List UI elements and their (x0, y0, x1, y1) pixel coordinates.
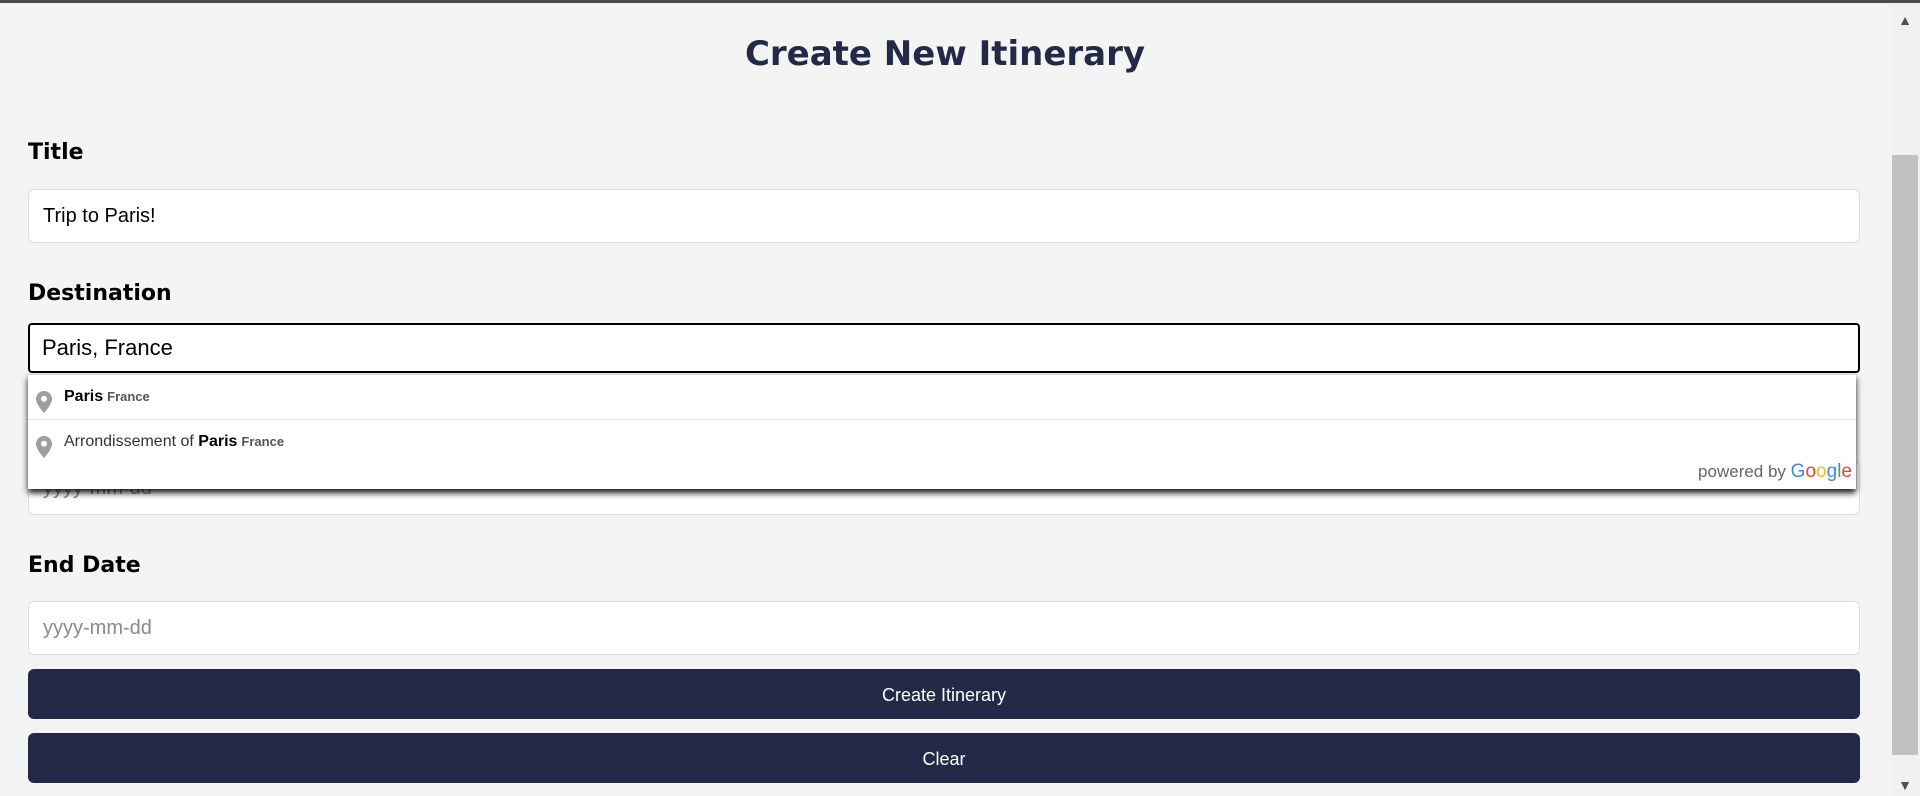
create-itinerary-page: Create New Itinerary Title Destination E… (0, 0, 1890, 796)
suggestion-match: Paris (64, 388, 104, 405)
destination-input[interactable] (28, 323, 1860, 373)
powered-by-google-logo: powered by Google (1698, 461, 1852, 483)
vertical-scrollbar[interactable]: ▲ ▼ (1890, 3, 1920, 796)
end-date-input[interactable] (28, 601, 1860, 655)
arrow-up-icon[interactable]: ▲ (1890, 9, 1920, 31)
arrow-down-icon[interactable]: ▼ (1890, 774, 1920, 796)
map-pin-icon (36, 387, 52, 413)
autocomplete-dropdown: Paris France Arrondissement of Paris Franc… (28, 374, 1856, 489)
autocomplete-suggestion[interactable]: Paris France (28, 375, 1856, 420)
suggestion-prefix: Arrondissement of (64, 433, 199, 450)
map-pin-icon (36, 432, 52, 458)
scrollbar-thumb[interactable] (1892, 155, 1918, 755)
suggestion-secondary: France (107, 389, 150, 404)
google-wordmark: Google (1790, 461, 1852, 482)
title-input[interactable] (28, 189, 1860, 243)
title-label: Title (28, 140, 84, 165)
create-itinerary-button[interactable]: Create Itinerary (28, 669, 1860, 719)
suggestion-match: Paris (198, 433, 238, 450)
page-title: Create New Itinerary (744, 34, 1146, 74)
powered-by-text: powered by (1698, 462, 1786, 481)
end-date-label: End Date (28, 553, 141, 578)
clear-button[interactable]: Clear (28, 733, 1860, 783)
suggestion-secondary: France (241, 434, 285, 449)
destination-label: Destination (28, 281, 172, 306)
autocomplete-suggestion[interactable]: Arrondissement of Paris France (28, 420, 1856, 464)
